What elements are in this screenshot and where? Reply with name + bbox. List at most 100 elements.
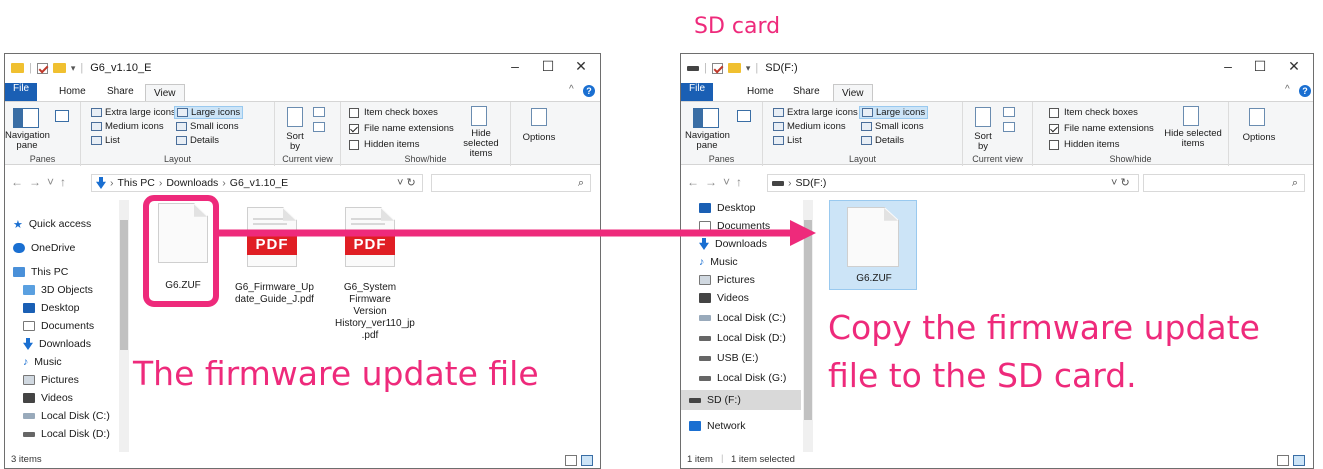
minimize-button[interactable]: – bbox=[1213, 58, 1243, 74]
layout-extra-large-icons[interactable]: Extra large icons bbox=[773, 107, 858, 118]
tab-home[interactable]: Home bbox=[51, 83, 94, 101]
group-by-icon[interactable] bbox=[1003, 107, 1015, 117]
nav-documents[interactable]: Documents bbox=[23, 318, 94, 334]
collapse-ribbon-icon[interactable]: ^ bbox=[1285, 84, 1290, 95]
nav-local-disk-d[interactable]: Local Disk (D:) bbox=[699, 330, 786, 346]
nav-videos[interactable]: Videos bbox=[23, 390, 73, 406]
layout-medium-icons[interactable]: Medium icons bbox=[773, 121, 846, 132]
nav-music[interactable]: ♪ Music bbox=[699, 254, 738, 270]
search-input[interactable]: ⌕ bbox=[1143, 174, 1305, 192]
layout-small-icons[interactable]: Small icons bbox=[176, 121, 239, 132]
large-icons-view-icon[interactable] bbox=[1293, 455, 1305, 466]
sort-by-button[interactable]: Sort by bbox=[969, 132, 997, 152]
new-folder-icon[interactable] bbox=[52, 63, 66, 73]
nav-desktop[interactable]: Desktop bbox=[699, 200, 756, 216]
item-check-boxes-toggle[interactable]: Item check boxes bbox=[349, 107, 438, 118]
tab-file[interactable]: File bbox=[5, 83, 38, 101]
maximize-button[interactable]: ☐ bbox=[533, 58, 563, 75]
collapse-ribbon-icon[interactable]: ^ bbox=[569, 84, 574, 95]
tab-share[interactable]: Share bbox=[99, 83, 142, 101]
hide-selected-icon[interactable] bbox=[471, 106, 487, 126]
layout-list[interactable]: List bbox=[91, 135, 120, 146]
options-button[interactable]: Options bbox=[1233, 132, 1285, 143]
nav-this-pc[interactable]: This PC bbox=[13, 264, 68, 280]
file-name-extensions-toggle[interactable]: File name extensions bbox=[349, 123, 454, 134]
nav-local-disk-c[interactable]: Local Disk (C:) bbox=[23, 408, 110, 424]
hide-selected-button[interactable]: Hide selected items bbox=[1163, 129, 1223, 149]
options-button[interactable]: Options bbox=[515, 132, 563, 143]
nav-usb-e[interactable]: USB (E:) bbox=[699, 350, 758, 366]
layout-details[interactable]: Details bbox=[176, 135, 219, 146]
layout-list[interactable]: List bbox=[773, 135, 802, 146]
file-item[interactable]: G6.ZUF bbox=[829, 200, 917, 290]
tab-view[interactable]: View bbox=[145, 84, 185, 102]
layout-large-icons[interactable]: Large icons bbox=[859, 106, 929, 119]
add-columns-icon[interactable] bbox=[313, 122, 325, 132]
nav-pictures[interactable]: Pictures bbox=[23, 372, 79, 388]
layout-small-icons[interactable]: Small icons bbox=[861, 121, 924, 132]
navigation-pane-button[interactable]: Navigation pane bbox=[685, 131, 730, 151]
nav-videos[interactable]: Videos bbox=[699, 290, 749, 306]
minimize-button[interactable]: – bbox=[500, 58, 530, 74]
nav-pictures[interactable]: Pictures bbox=[699, 272, 755, 288]
breadcrumb-folder[interactable]: G6_v1.10_E bbox=[230, 177, 288, 189]
back-forward-icon[interactable]: ←→˅↑ bbox=[11, 175, 72, 189]
tab-share[interactable]: Share bbox=[785, 83, 828, 101]
close-button[interactable]: ✕ bbox=[566, 58, 596, 75]
layout-details[interactable]: Details bbox=[861, 135, 904, 146]
hide-selected-icon[interactable] bbox=[1183, 106, 1199, 126]
navigation-pane-button[interactable]: Navigation pane bbox=[5, 131, 50, 151]
nav-desktop[interactable]: Desktop bbox=[23, 300, 80, 316]
layout-medium-icons[interactable]: Medium icons bbox=[91, 121, 164, 132]
hidden-items-toggle[interactable]: Hidden items bbox=[349, 139, 419, 150]
large-icons-view-icon[interactable] bbox=[581, 455, 593, 466]
add-columns-icon[interactable] bbox=[1003, 122, 1015, 132]
search-input[interactable]: ⌕ bbox=[431, 174, 591, 192]
group-by-icon[interactable] bbox=[313, 107, 325, 117]
refresh-icon[interactable]: ˅ ↻ bbox=[397, 176, 416, 189]
close-button[interactable]: ✕ bbox=[1279, 58, 1309, 75]
file-name-extensions-toggle[interactable]: File name extensions bbox=[1049, 123, 1154, 134]
sort-by-button[interactable]: Sort by bbox=[281, 132, 309, 152]
help-icon[interactable]: ? bbox=[583, 85, 595, 97]
layout-large-icons[interactable]: Large icons bbox=[174, 106, 244, 119]
quick-access-dropdown-icon[interactable]: ▾ bbox=[71, 63, 76, 74]
nav-local-disk-g[interactable]: Local Disk (G:) bbox=[699, 370, 786, 386]
navigation-pane-icon[interactable] bbox=[13, 108, 39, 128]
nav-scrollbar-thumb[interactable] bbox=[804, 220, 812, 420]
address-bar[interactable]: › This PC › Downloads › G6_v1.10_E bbox=[91, 174, 423, 192]
nav-quick-access[interactable]: ★ Quick access bbox=[13, 216, 91, 232]
breadcrumb-this-pc[interactable]: This PC bbox=[118, 177, 155, 189]
file-item[interactable]: PDF G6_System Firmware Version History_v… bbox=[331, 202, 415, 342]
breadcrumb-downloads[interactable]: Downloads bbox=[166, 177, 218, 189]
quick-access-dropdown-icon[interactable]: ▾ bbox=[746, 63, 751, 74]
navigation-pane-icon[interactable] bbox=[693, 108, 719, 128]
options-icon[interactable] bbox=[1249, 108, 1265, 126]
layout-extra-large-icons[interactable]: Extra large icons bbox=[91, 107, 176, 118]
preview-pane-icon[interactable] bbox=[737, 110, 751, 122]
properties-icon[interactable] bbox=[711, 62, 723, 74]
back-forward-icon[interactable]: ←→˅↑ bbox=[687, 175, 748, 189]
nav-network[interactable]: Network bbox=[689, 418, 746, 434]
options-icon[interactable] bbox=[531, 108, 547, 126]
refresh-icon[interactable]: ˅ ↻ bbox=[1111, 176, 1130, 189]
tab-file[interactable]: File bbox=[681, 83, 714, 101]
details-view-icon[interactable] bbox=[565, 455, 577, 466]
details-view-icon[interactable] bbox=[1277, 455, 1289, 466]
nav-documents[interactable]: Documents bbox=[699, 218, 770, 234]
item-check-boxes-toggle[interactable]: Item check boxes bbox=[1049, 107, 1138, 118]
nav-downloads[interactable]: Downloads bbox=[23, 336, 91, 352]
nav-sd-f[interactable]: SD (F:) bbox=[681, 390, 801, 410]
nav-local-disk-c[interactable]: Local Disk (C:) bbox=[699, 310, 786, 326]
address-bar[interactable]: › SD(F:) bbox=[767, 174, 1139, 192]
nav-local-disk-d[interactable]: Local Disk (D:) bbox=[23, 426, 110, 442]
nav-scrollbar-thumb[interactable] bbox=[120, 220, 128, 350]
nav-3d-objects[interactable]: 3D Objects bbox=[23, 282, 93, 298]
tab-view[interactable]: View bbox=[833, 84, 873, 102]
maximize-button[interactable]: ☐ bbox=[1245, 58, 1275, 75]
tab-home[interactable]: Home bbox=[739, 83, 782, 101]
new-folder-icon[interactable] bbox=[727, 63, 741, 73]
nav-scrollbar[interactable] bbox=[803, 200, 813, 452]
nav-music[interactable]: ♪ Music bbox=[23, 354, 62, 370]
hidden-items-toggle[interactable]: Hidden items bbox=[1049, 139, 1119, 150]
